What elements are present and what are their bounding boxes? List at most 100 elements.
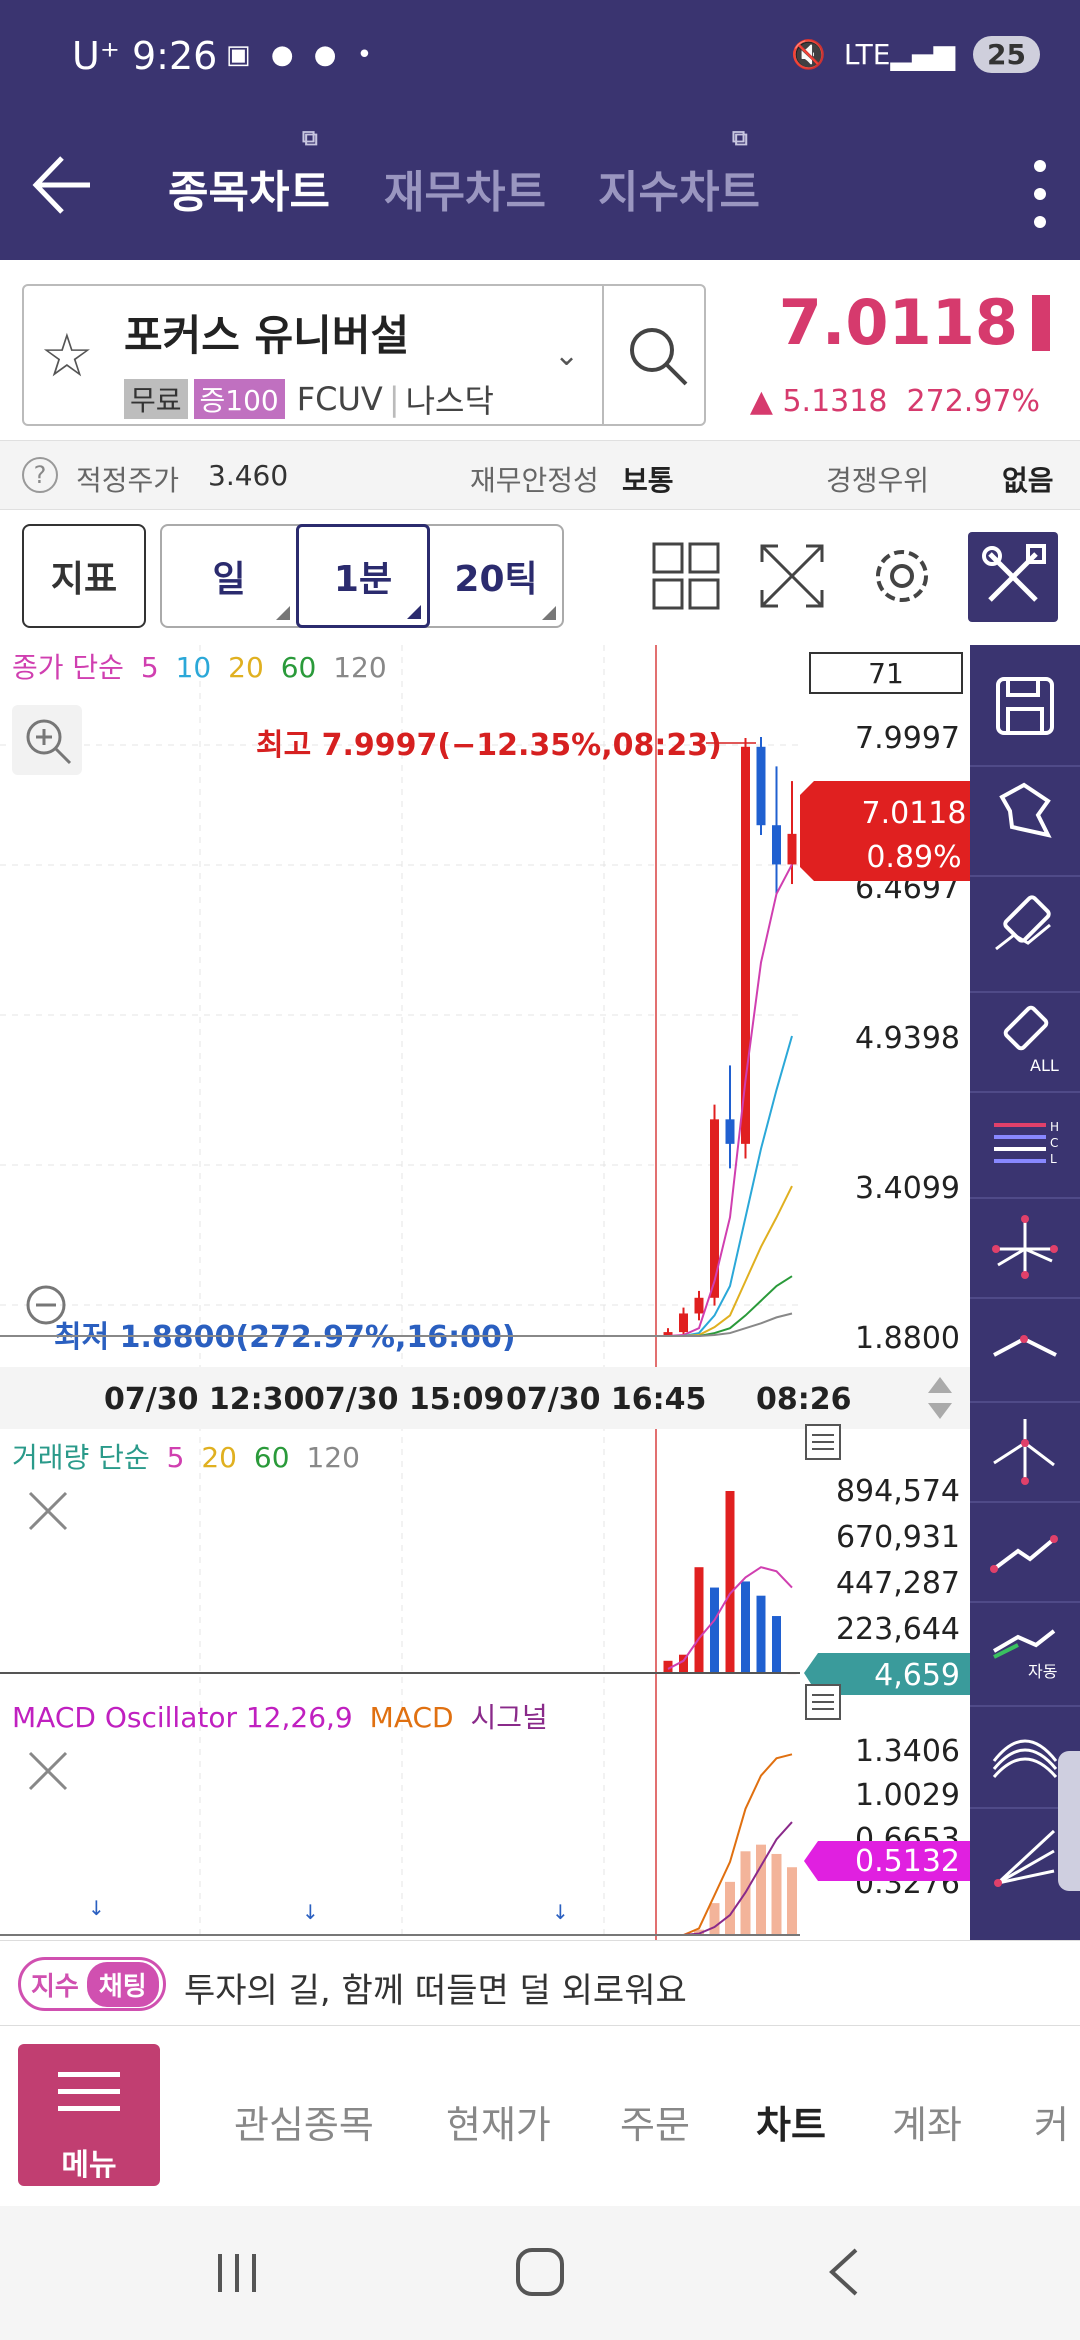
vertical-trend-icon[interactable] bbox=[984, 1409, 1066, 1491]
period-day-button[interactable]: 일 bbox=[162, 526, 296, 626]
grid-layout-icon[interactable] bbox=[648, 538, 724, 614]
menu-button[interactable]: 메뉴 bbox=[18, 2044, 160, 2186]
trend-peak-icon[interactable] bbox=[984, 1305, 1066, 1387]
index-chat-tag[interactable]: 지수 채팅 bbox=[18, 1957, 166, 2011]
nav-current-price[interactable]: 현재가 bbox=[446, 2094, 551, 2149]
volume-bar bbox=[741, 1581, 750, 1673]
svg-text:ALL: ALL bbox=[1030, 1056, 1059, 1075]
auto-trendline-icon[interactable]: 자동 bbox=[984, 1607, 1066, 1689]
status-time: U⁺ 9:26 bbox=[72, 34, 218, 78]
volume-bar bbox=[710, 1587, 719, 1673]
system-navigation-bar bbox=[0, 2206, 1080, 2340]
svg-text:C: C bbox=[1050, 1136, 1058, 1150]
nav-chart[interactable]: 차트 bbox=[756, 2094, 826, 2149]
community-banner[interactable]: 지수 채팅 투자의 길, 함께 떠들면 덜 외로워요 bbox=[0, 1940, 1080, 2026]
stock-name: 포커스 유니버설 bbox=[124, 311, 410, 360]
fullscreen-icon[interactable] bbox=[754, 538, 830, 614]
home-icon[interactable] bbox=[514, 2246, 566, 2298]
chart-grid bbox=[0, 645, 800, 1940]
tag-separator: | bbox=[388, 380, 400, 418]
back-nav-icon[interactable] bbox=[824, 2246, 864, 2298]
zoom-in-icon[interactable] bbox=[12, 705, 82, 775]
tab-financial-chart[interactable]: 재무차트 bbox=[384, 156, 546, 220]
panel-menu-icon[interactable] bbox=[805, 1424, 841, 1460]
macd-tick-label: 1.0029 bbox=[855, 1778, 960, 1813]
nav-more[interactable]: 커 bbox=[1034, 2094, 1069, 2149]
nav-order[interactable]: 주문 bbox=[620, 2094, 690, 2149]
chevron-down-icon[interactable]: ⌄ bbox=[554, 338, 579, 373]
volume-bar bbox=[725, 1491, 735, 1673]
candle-body bbox=[679, 1313, 688, 1333]
drawing-tool-sidebar: ALL H C L 자동 bbox=[970, 645, 1080, 1940]
candles bbox=[0, 737, 797, 1338]
period-minute-button[interactable]: 1분 bbox=[296, 524, 430, 628]
ma-line-5 bbox=[0, 863, 793, 1338]
favorite-star-icon[interactable]: ☆ bbox=[40, 326, 94, 386]
current-pct-tag: 0.89% bbox=[866, 840, 961, 875]
tab-index-chart[interactable]: ⧉ 지수차트 bbox=[598, 126, 760, 220]
price-legend: 종가 단순 5 10 20 60 120 bbox=[12, 651, 387, 684]
y-tick-label: 3.4099 bbox=[855, 1171, 960, 1206]
stock-selector[interactable]: ☆ 포커스 유니버설 ⌄ 무료 증100 FCUV | 나스닥 bbox=[22, 284, 706, 426]
drawing-tools-button[interactable] bbox=[968, 532, 1058, 622]
chart-canvas[interactable]: 종가 단순 5 10 20 60 120 71 최고 7.9997(−12.35… bbox=[0, 645, 970, 1940]
valuation-info-row: ? 적정주가 3.460 재무안정성 보통 경쟁우위 없음 bbox=[0, 440, 1080, 510]
shape-icon[interactable] bbox=[984, 771, 1066, 853]
mute-icon: 🔇 bbox=[791, 38, 826, 71]
signal-line bbox=[0, 1821, 793, 1936]
settings-gear-icon[interactable] bbox=[864, 538, 940, 614]
down-arrow-marker: ↓ bbox=[302, 1900, 319, 1924]
chart-toolbar: 지표 일 1분 20틱 bbox=[0, 510, 1080, 645]
indicator-button[interactable]: 지표 bbox=[22, 524, 146, 628]
copy-icon: ⧉ bbox=[302, 126, 318, 151]
panel-menu-icon[interactable] bbox=[805, 1684, 841, 1720]
crosshair-tool-icon[interactable] bbox=[984, 1205, 1066, 1287]
x-tick-label: 08:26 bbox=[756, 1382, 852, 1417]
help-icon[interactable]: ? bbox=[22, 457, 58, 493]
market-name: 나스닥 bbox=[405, 382, 494, 420]
sidebar-scroll-handle[interactable] bbox=[1058, 1751, 1080, 1891]
candle-body bbox=[756, 746, 766, 826]
close-icon[interactable] bbox=[28, 1751, 68, 1791]
back-arrow-icon[interactable] bbox=[28, 150, 98, 220]
candle-body bbox=[772, 825, 781, 865]
stability-value: 보통 bbox=[622, 464, 674, 497]
banner-text[interactable]: 투자의 길, 함께 떠들면 덜 외로워요 bbox=[184, 1963, 687, 2012]
recent-apps-icon[interactable] bbox=[212, 2248, 262, 2298]
volume-tick-label: 894,574 bbox=[836, 1474, 960, 1509]
zoom-out-icon[interactable] bbox=[26, 1285, 66, 1325]
oscillator-bar bbox=[709, 1903, 720, 1935]
tab-stock-chart[interactable]: ⧉ 종목차트 bbox=[168, 126, 330, 220]
down-arrow-marker: ↓ bbox=[88, 1896, 105, 1920]
competition-label: 경쟁우위 bbox=[826, 464, 930, 497]
x-tick-label: 07/30 16:45 bbox=[506, 1382, 706, 1417]
macd-signal-markers: ↓ ↓ ↓ bbox=[88, 1896, 569, 1924]
macd-current-tag: 0.5132 bbox=[855, 1844, 960, 1879]
fibonacci-arc-icon[interactable] bbox=[984, 1711, 1066, 1793]
volume-tick-label: 670,931 bbox=[836, 1520, 960, 1555]
nav-watchlist[interactable]: 관심종목 bbox=[234, 2094, 374, 2149]
eraser-all-icon[interactable]: ALL bbox=[984, 997, 1066, 1079]
eraser-icon[interactable] bbox=[984, 885, 1066, 967]
zoom-level: 71 bbox=[868, 657, 904, 690]
search-icon[interactable] bbox=[624, 322, 694, 392]
macd-current-flag: 0.5132 bbox=[804, 1841, 970, 1881]
close-icon[interactable] bbox=[28, 1491, 68, 1531]
app-bar: ⧉ 종목차트 재무차트 ⧉ 지수차트 bbox=[0, 120, 1080, 260]
status-right: 🔇 LTE▂▄▆ 25 bbox=[791, 36, 1040, 73]
save-icon[interactable] bbox=[984, 665, 1066, 747]
lte-signal-icon: LTE▂▄▆ bbox=[843, 38, 956, 71]
volume-current-tag: 4,659 bbox=[874, 1658, 960, 1693]
fan-lines-icon[interactable] bbox=[984, 1817, 1066, 1899]
ohlc-lines-icon[interactable]: H C L bbox=[984, 1101, 1066, 1183]
period-selector: 일 1분 20틱 bbox=[160, 524, 564, 628]
x-tick-label: 07/30 15:09 bbox=[304, 1382, 504, 1417]
more-options-icon[interactable] bbox=[1030, 160, 1050, 240]
hamburger-icon bbox=[58, 2072, 120, 2123]
price-change: ▲ 5.1318 272.97% bbox=[749, 384, 1040, 419]
trendline-icon[interactable] bbox=[984, 1509, 1066, 1591]
nav-account[interactable]: 계좌 bbox=[892, 2094, 962, 2149]
period-tick-button[interactable]: 20틱 bbox=[430, 526, 562, 626]
chart-area[interactable]: 종가 단순 5 10 20 60 120 71 최고 7.9997(−12.35… bbox=[0, 645, 970, 1940]
selector-divider bbox=[602, 286, 604, 424]
